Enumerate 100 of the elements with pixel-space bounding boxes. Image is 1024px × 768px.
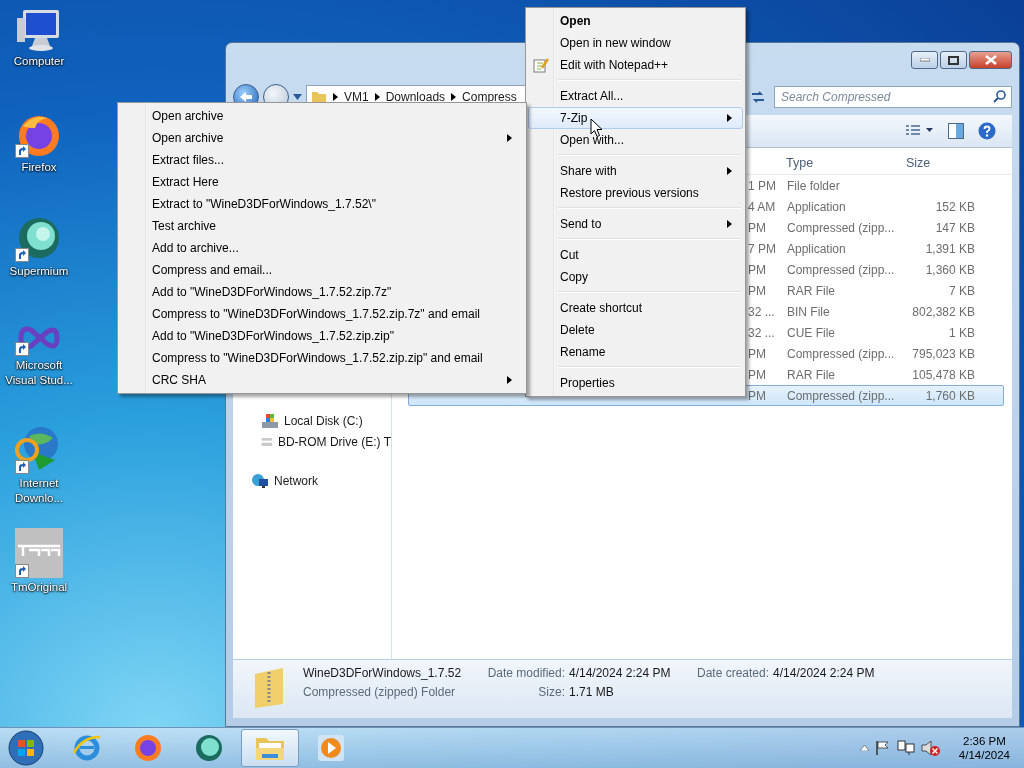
breadcrumb-arrow-icon[interactable]	[374, 93, 380, 101]
column-heading[interactable]: Size	[902, 156, 972, 170]
refresh-icon[interactable]	[750, 90, 766, 104]
menu-item[interactable]: Share with	[528, 160, 743, 182]
file-type: Compressed (zipped) Folder	[303, 685, 457, 699]
type-cell-text: CUE File	[786, 325, 836, 340]
flag-icon[interactable]	[874, 740, 891, 756]
menu-item[interactable]: Rename	[528, 341, 743, 363]
file-name: WineD3DForWindows_1.7.52	[303, 666, 463, 680]
menu-item[interactable]: Compress to "WineD3DForWindows_1.7.52.zip.7z" and email	[120, 303, 524, 325]
menu-item[interactable]: Open	[528, 10, 743, 32]
size-cell-text: 105,478 KB	[911, 367, 975, 382]
type-cell-text: Compressed (zipp...	[786, 346, 896, 361]
network-icon[interactable]	[896, 740, 915, 756]
search-icon[interactable]	[993, 90, 1006, 103]
detail-value: 1.71 MB	[569, 685, 614, 699]
type-cell-text: BIN File	[786, 304, 831, 319]
type-cell-text: Compressed (zipp...	[786, 262, 896, 277]
taskbar-button[interactable]	[241, 729, 299, 767]
date-cell-text: PM	[747, 262, 767, 277]
menu-item[interactable]: Extract files...	[120, 149, 524, 171]
date-cell-text: PM	[747, 388, 767, 403]
menu-item[interactable]: Delete	[528, 319, 743, 341]
breadcrumb-arrow-icon[interactable]	[451, 93, 457, 101]
menu-item[interactable]: Restore previous versions	[528, 182, 743, 204]
search-field[interactable]: Search Compressed	[774, 86, 1012, 108]
browser-icon	[194, 733, 224, 763]
type-cell-text: Compressed (zipp...	[786, 220, 896, 235]
column-heading[interactable]: Type	[782, 156, 902, 170]
type-cell-text: File folder	[786, 178, 841, 193]
view-options-icon[interactable]	[906, 125, 934, 137]
notepad-icon	[533, 57, 549, 73]
date-cell-text: 32 ...	[747, 304, 776, 319]
date-cell-text: PM	[747, 346, 767, 361]
type-cell-text: RAR File	[786, 367, 836, 382]
type-cell-text: Application	[786, 241, 847, 256]
menu-item[interactable]: Compress and email...	[120, 259, 524, 281]
menu-item[interactable]: Open with...	[528, 129, 743, 151]
menu-item[interactable]: Add to archive...	[120, 237, 524, 259]
menu-item[interactable]: Extract to "WineD3DForWindows_1.7.52\"	[120, 193, 524, 215]
menu-item[interactable]: Extract All...	[528, 85, 743, 107]
minimize-icon	[919, 58, 930, 62]
size-cell-text: 7 KB	[948, 283, 975, 298]
menu-item[interactable]: Send to	[528, 213, 743, 235]
breadcrumb-item[interactable]: Compress	[462, 90, 517, 104]
breadcrumb-item[interactable]: VM1	[344, 90, 369, 104]
preview-pane-icon[interactable]	[948, 123, 964, 139]
menu-item[interactable]: Add to "WineD3DForWindows_1.7.52.zip.7z"	[120, 281, 524, 303]
detail-label: Date created:	[697, 666, 770, 680]
date-cell-text: PM	[747, 220, 767, 235]
show-hidden-icons-icon[interactable]	[859, 745, 869, 751]
history-dropdown-icon[interactable]	[293, 94, 302, 100]
menu-item[interactable]: 7-Zip	[528, 107, 743, 129]
size-cell-text: 1,391 KB	[924, 241, 975, 256]
play-icon	[317, 734, 345, 762]
menu-item[interactable]: Properties	[528, 372, 743, 394]
type-cell-text: RAR File	[786, 283, 836, 298]
maximize-button[interactable]	[940, 51, 967, 69]
menu-item[interactable]: Copy	[528, 266, 743, 288]
size-cell-text: 1 KB	[948, 325, 975, 340]
browser-icon	[133, 733, 163, 763]
menu-item[interactable]: Open archive	[120, 105, 524, 127]
desktop-icon-label[interactable]: Computer	[1, 54, 77, 69]
date-cell-text: PM	[747, 283, 767, 298]
close-button[interactable]	[969, 51, 1012, 69]
e-logo-icon	[72, 733, 102, 763]
navigation-item[interactable]: Network	[233, 470, 391, 491]
date-cell-text: 4 AM	[747, 199, 777, 214]
help-icon[interactable]	[978, 122, 996, 140]
size-cell-text: 1,360 KB	[924, 262, 975, 277]
detail-label: Size:	[537, 685, 565, 699]
muted-speaker-icon[interactable]	[920, 740, 941, 756]
size-cell-text: 802,382 KB	[911, 304, 975, 319]
hard-drive-icon	[261, 412, 279, 429]
navigation-item[interactable]: BD-ROM Drive (E:) T	[233, 431, 391, 452]
menu-item[interactable]: Open archive	[120, 127, 524, 149]
desktop-icon-label[interactable]: Firefox	[1, 160, 77, 175]
type-cell-text: Application	[786, 199, 847, 214]
menu-item[interactable]: Add to "WineD3DForWindows_1.7.52.zip.zip"	[120, 325, 524, 347]
menu-item[interactable]: Cut	[528, 244, 743, 266]
minimize-button[interactable]	[911, 51, 938, 69]
start-button[interactable]	[6, 728, 46, 768]
clock[interactable]: 2:36 PM 4/14/2024	[958, 735, 1010, 761]
menu-item[interactable]: Create shortcut	[528, 297, 743, 319]
size-cell-text: 1,760 KB	[924, 388, 975, 403]
menu-item[interactable]: Test archive	[120, 215, 524, 237]
menu-item[interactable]: Extract Here	[120, 171, 524, 193]
menu-item[interactable]: Compress to "WineD3DForWindows_1.7.52.zip.zip" and email	[120, 347, 524, 369]
menu-item[interactable]: CRC SHA	[120, 369, 524, 391]
submenu-arrow-icon	[727, 114, 732, 122]
breadcrumb-arrow-icon[interactable]	[333, 93, 338, 101]
submenu-arrow-icon	[506, 134, 512, 142]
network-globe-icon	[251, 472, 269, 489]
detail-value: 4/14/2024 2:24 PM	[569, 666, 671, 680]
logo-icon[interactable]	[15, 528, 63, 578]
desktop-icon-label[interactable]: Supermium	[1, 264, 77, 279]
menu-item[interactable]: Open in new window	[528, 32, 743, 54]
navigation-item[interactable]: Local Disk (C:)	[233, 410, 391, 431]
breadcrumb-item[interactable]: Downloads	[385, 90, 446, 104]
menu-item[interactable]: Edit with Notepad++	[528, 54, 743, 76]
